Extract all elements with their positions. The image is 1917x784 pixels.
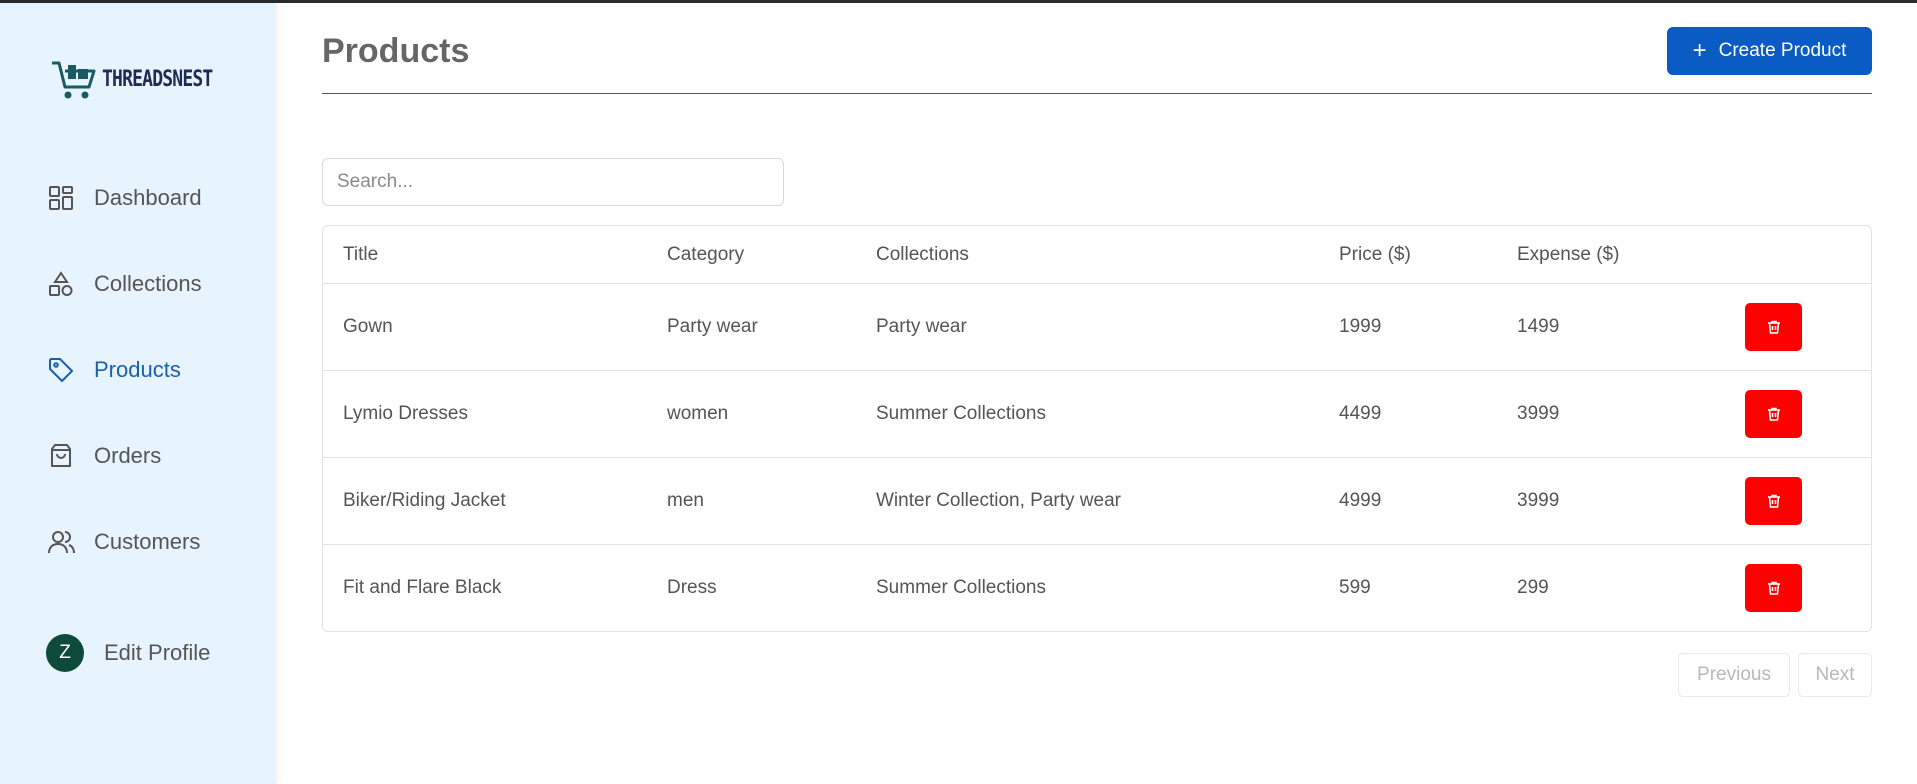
header-divider — [322, 93, 1872, 94]
product-title[interactable]: Fit and Flare Black — [323, 577, 647, 599]
trash-icon — [1767, 494, 1780, 508]
delete-button[interactable] — [1745, 477, 1802, 525]
create-product-button[interactable]: + Create Product — [1667, 27, 1872, 75]
sidebar-item-customers[interactable]: Customers — [46, 522, 200, 562]
shapes-icon — [46, 269, 76, 299]
sidebar-item-products[interactable]: Products — [46, 350, 181, 390]
avatar: Z — [46, 634, 84, 672]
product-collections: Summer Collections — [876, 403, 1046, 424]
product-price: 1999 — [1339, 316, 1382, 337]
users-icon — [46, 527, 76, 557]
product-expense: 3999 — [1517, 403, 1560, 424]
column-header-expense: Expense ($) — [1517, 243, 1620, 265]
product-price: 599 — [1339, 577, 1371, 598]
product-title[interactable]: Gown — [323, 316, 647, 338]
sidebar-item-dashboard[interactable]: Dashboard — [46, 178, 202, 218]
product-expense: 299 — [1517, 577, 1549, 598]
product-price: 4999 — [1339, 490, 1382, 511]
column-header-collections: Collections — [876, 243, 969, 265]
trash-icon — [1767, 320, 1780, 334]
product-category: men — [667, 490, 704, 511]
sidebar-item-label: Customers — [94, 529, 201, 554]
dashboard-grid-icon — [46, 183, 76, 213]
delete-button[interactable] — [1745, 390, 1802, 438]
column-header-price: Price ($) — [1339, 243, 1411, 265]
product-category: Party wear — [667, 316, 758, 337]
product-title[interactable]: Lymio Dresses — [323, 403, 647, 425]
product-collections: Party wear — [876, 316, 967, 337]
table-row[interactable]: Lymio Dresses women Summer Collections 4… — [323, 370, 1871, 457]
product-expense: 1499 — [1517, 316, 1560, 337]
product-expense: 3999 — [1517, 490, 1560, 511]
trash-icon — [1767, 581, 1780, 595]
product-category: Dress — [667, 577, 717, 598]
sidebar-item-orders[interactable]: Orders — [46, 436, 161, 476]
sidebar-item-label: Dashboard — [94, 185, 202, 210]
actions-cell — [1725, 564, 1871, 612]
product-collections: Winter Collection, Party wear — [876, 490, 1121, 511]
actions-cell — [1725, 390, 1871, 438]
edit-profile-label: Edit Profile — [104, 640, 211, 665]
brand-name: THREADSNEST — [102, 66, 213, 92]
delete-button[interactable] — [1745, 303, 1802, 351]
previous-button[interactable]: Previous — [1678, 653, 1790, 697]
sidebar-item-label: Products — [94, 357, 181, 382]
table-row[interactable]: Fit and Flare Black Dress Summer Collect… — [323, 544, 1871, 631]
tag-icon — [46, 355, 76, 385]
table-row[interactable]: Biker/Riding Jacket men Winter Collectio… — [323, 457, 1871, 544]
sidebar-item-label: Orders — [94, 443, 162, 468]
product-title[interactable]: Biker/Riding Jacket — [323, 490, 647, 512]
edit-profile-link[interactable]: Z Edit Profile — [46, 633, 210, 673]
column-header-title: Title — [343, 243, 379, 265]
brand-logo[interactable]: THREADSNEST — [50, 55, 237, 103]
sidebar-item-label: Collections — [94, 271, 202, 296]
product-price: 4499 — [1339, 403, 1382, 424]
page-title: Products — [322, 32, 470, 70]
column-header-category: Category — [667, 243, 745, 265]
trash-icon — [1767, 407, 1780, 421]
table-header-row: Title Category Collections Price ($) Exp… — [323, 226, 1871, 283]
pagination: Previous Next — [1678, 653, 1872, 697]
products-table: Title Category Collections Price ($) Exp… — [322, 225, 1872, 632]
shopping-bag-icon — [46, 441, 76, 471]
cart-logo-icon — [52, 61, 96, 99]
sidebar: THREADSNEST Dashboard Collections Produc… — [0, 3, 276, 784]
sidebar-item-collections[interactable]: Collections — [46, 264, 202, 304]
actions-cell — [1725, 477, 1871, 525]
search-input[interactable] — [322, 158, 784, 206]
product-collections: Summer Collections — [876, 577, 1046, 598]
next-button[interactable]: Next — [1798, 653, 1872, 697]
plus-icon: + — [1692, 37, 1707, 64]
actions-cell — [1725, 303, 1871, 351]
delete-button[interactable] — [1745, 564, 1802, 612]
table-row[interactable]: Gown Party wear Party wear 1999 1499 — [323, 283, 1871, 370]
product-category: women — [667, 403, 729, 424]
create-product-label: Create Product — [1718, 40, 1847, 61]
main-content: Products + Create Product Title Category… — [322, 0, 1872, 784]
